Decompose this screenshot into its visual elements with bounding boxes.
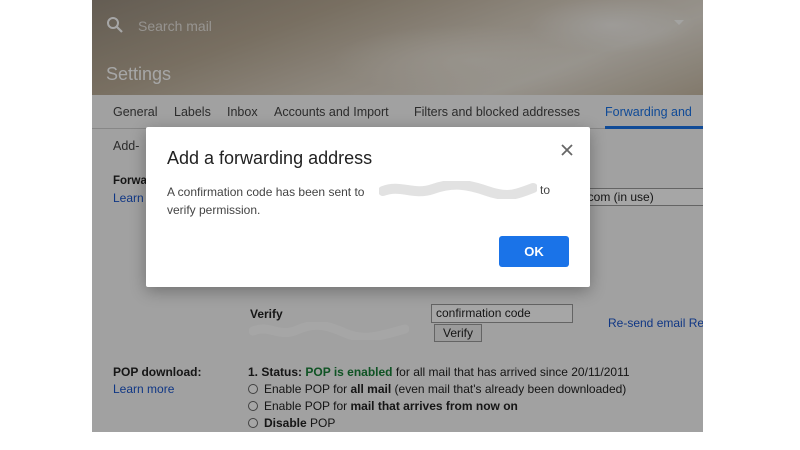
close-icon[interactable] <box>559 142 575 158</box>
dialog-message-start: A confirmation code has been sent to <box>167 185 365 199</box>
ok-button[interactable]: OK <box>499 236 569 267</box>
redacted-email-scribble <box>379 181 537 199</box>
dialog-message-line2: verify permission. <box>167 203 261 217</box>
dialog-title: Add a forwarding address <box>167 148 373 168</box>
add-forwarding-address-dialog: Add a forwarding address A confirmation … <box>146 127 590 287</box>
dialog-message-end: to <box>540 183 551 197</box>
